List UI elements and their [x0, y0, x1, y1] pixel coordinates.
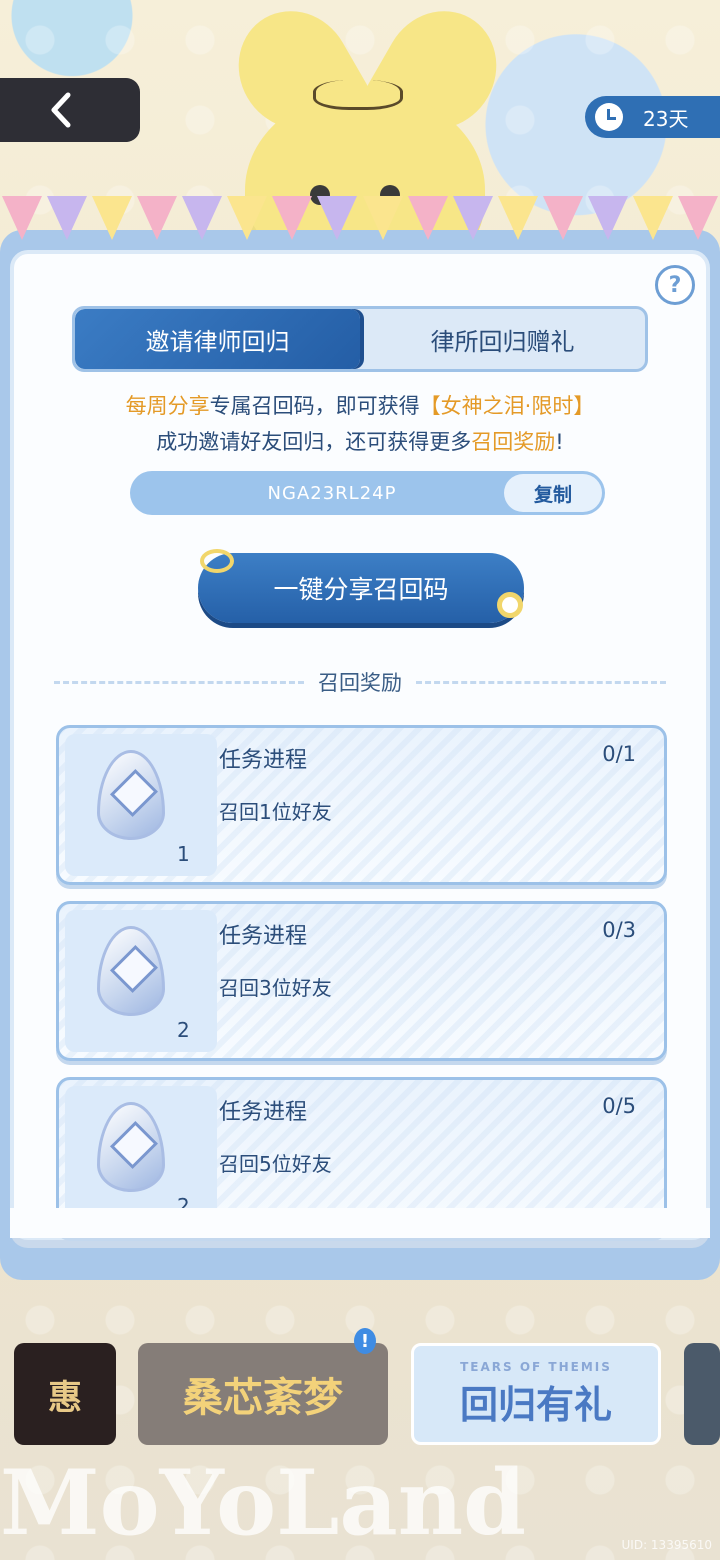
chevron-left-icon — [51, 92, 71, 128]
banner-return-gift-text: 回归有礼 — [459, 1382, 612, 1427]
task-progress-value: 0/1 — [602, 742, 636, 766]
tab-firm-gift[interactable]: 律所回归赠礼 — [360, 309, 645, 369]
rewards-section-title: 召回奖励 — [40, 667, 680, 697]
tab-invite-lawyer[interactable]: 邀请律师回归 — [75, 309, 360, 369]
bunting-decoration — [0, 196, 720, 256]
ribbon-decoration — [200, 549, 234, 573]
banner-sale[interactable]: 桑芯紊梦 — [138, 1343, 388, 1445]
banner-bountiful[interactable]: 惠 — [14, 1343, 116, 1445]
clock-icon — [595, 103, 623, 131]
panel-bottom-edge — [10, 1208, 710, 1238]
banner-bountiful-text: 惠 — [48, 1377, 82, 1418]
task-progress-label: 任务进程 — [219, 1100, 308, 1125]
task-progress-value: 0/3 — [602, 918, 636, 942]
task-progress-value: 0/5 — [602, 1094, 636, 1118]
mascot-bow — [313, 80, 403, 110]
banner-sale-text: 桑芯紊梦 — [183, 1375, 343, 1421]
uid-label: UID: 13395610 — [621, 1538, 713, 1552]
button-dot-decoration — [497, 592, 523, 618]
tab-bar: 邀请律师回归 律所回归赠礼 — [72, 306, 648, 372]
task-progress-label: 任务进程 — [219, 924, 308, 949]
description-line-1: 每周分享专属召回码，即可获得【女神之泪·限时】 — [125, 394, 595, 418]
banner-next[interactable] — [684, 1343, 720, 1445]
reward-card: 1 任务进程 0/1 召回1位好友 — [56, 725, 667, 885]
reward-card: 2 任务进程 0/3 召回3位好友 — [56, 901, 667, 1061]
remaining-days-text: 23天 — [643, 106, 689, 131]
recall-code-field: NGA23RL24P 复制 — [130, 471, 605, 515]
back-button[interactable] — [0, 78, 140, 142]
help-button[interactable]: ? — [655, 265, 695, 305]
task-description: 召回1位好友 — [219, 800, 332, 824]
watermark: MoYoLand — [0, 1450, 527, 1556]
share-code-button[interactable]: 一键分享召回码 — [198, 553, 524, 623]
alert-icon: ! — [354, 1328, 376, 1354]
copy-button[interactable]: 复制 — [504, 474, 602, 512]
description-line-2: 成功邀请好友回归，还可获得更多召回奖励! — [156, 430, 564, 454]
banner-return-gift-subtitle: TEARS OF THEMIS — [460, 1359, 612, 1374]
remaining-days-badge: 23天 — [585, 96, 720, 138]
task-progress-label: 任务进程 — [219, 748, 308, 773]
reward-quantity: 2 — [177, 1018, 190, 1042]
banner-return-gift[interactable]: TEARS OF THEMIS 回归有礼 — [411, 1343, 661, 1445]
recall-code-text: NGA23RL24P — [267, 482, 397, 504]
reward-quantity: 1 — [177, 842, 190, 866]
task-description: 召回3位好友 — [219, 976, 332, 1000]
task-description: 召回5位好友 — [219, 1152, 332, 1176]
